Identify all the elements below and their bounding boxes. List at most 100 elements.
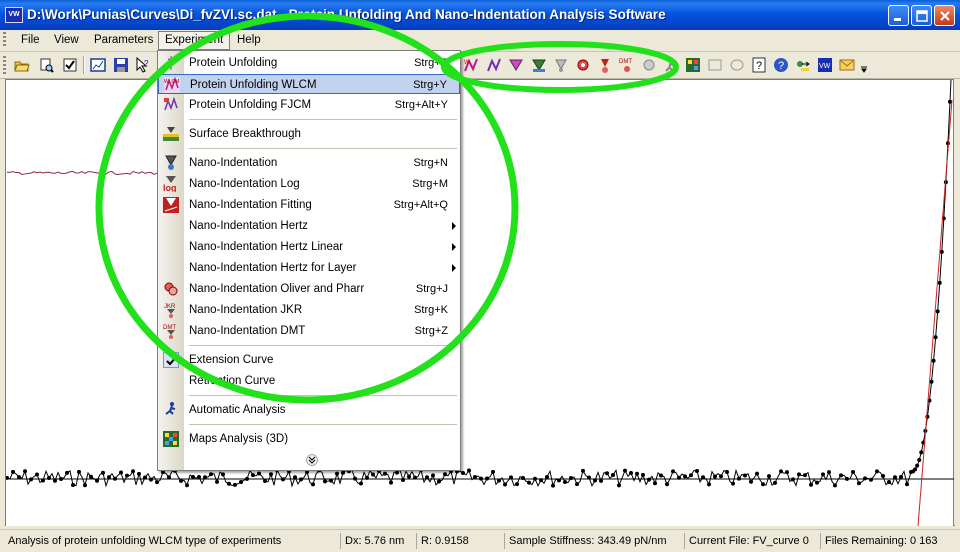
unfold-fjc-icon[interactable] bbox=[486, 57, 502, 73]
pointer-help-icon[interactable]: ? bbox=[135, 57, 151, 73]
curve-point bbox=[647, 477, 651, 482]
curve-point bbox=[925, 414, 930, 419]
jkr-icon[interactable] bbox=[597, 57, 613, 73]
menu-item-label: Nano-Indentation Hertz bbox=[189, 220, 308, 232]
app-logo-icon[interactable]: VW bbox=[817, 57, 833, 73]
close-button[interactable] bbox=[934, 5, 955, 26]
ellipse-icon[interactable] bbox=[729, 57, 745, 73]
menu-item-protein-unfolding-fjcm[interactable]: Protein Unfolding FJCM Strg+Alt+Y bbox=[158, 95, 460, 115]
extension-curve bbox=[6, 80, 952, 488]
status-dx: Dx: 5.76 nm bbox=[340, 533, 407, 549]
curve-point bbox=[155, 480, 159, 485]
menu-item-nano-indentation-hertz-layer[interactable]: Nano-Indentation Hertz for Layer bbox=[158, 258, 460, 278]
curve-point bbox=[767, 474, 771, 479]
maps-icon[interactable] bbox=[685, 57, 701, 73]
menu-item-nano-indentation-fitting[interactable]: Nano-Indentation Fitting Strg+Alt+Q bbox=[158, 195, 460, 215]
curve-point bbox=[437, 479, 441, 484]
menu-item-shortcut: Strg+J bbox=[415, 283, 448, 295]
fjcm-icon bbox=[164, 97, 178, 111]
curve-point bbox=[593, 478, 597, 483]
menu-item-nano-indentation-log[interactable]: log Nano-Indentation Log Strg+M bbox=[158, 174, 460, 194]
menu-item-nano-indentation[interactable]: Nano-Indentation Strg+N bbox=[158, 153, 460, 173]
toolbar-overflow-icon[interactable] bbox=[860, 57, 868, 73]
menu-item-label: Nano-Indentation Fitting bbox=[189, 199, 312, 211]
menu-item-protein-unfolding-wlcm[interactable]: WLCM Protein Unfolding WLCM Strg+Y bbox=[158, 74, 460, 94]
protein-unfolding-icon bbox=[165, 56, 172, 70]
curve-point bbox=[587, 475, 591, 480]
curve-point bbox=[707, 482, 711, 487]
curve-point bbox=[89, 474, 93, 479]
menu-parameters[interactable]: Parameters bbox=[88, 32, 159, 49]
menu-item-protein-unfolding[interactable]: Protein Unfolding Strg+P bbox=[158, 53, 460, 73]
curve-point bbox=[827, 470, 831, 475]
curve-point bbox=[179, 478, 183, 483]
menu-item-nano-indentation-jkr[interactable]: JKR Nano-Indentation JKR Strg+K bbox=[158, 300, 460, 320]
dmt-icon[interactable]: DMT bbox=[619, 57, 635, 73]
minimize-button[interactable] bbox=[888, 5, 909, 26]
nano-fit-icon[interactable] bbox=[553, 57, 569, 73]
nano-icon[interactable] bbox=[508, 57, 524, 73]
curve-point bbox=[913, 467, 918, 472]
mail-icon[interactable] bbox=[839, 57, 855, 73]
curve-point bbox=[107, 475, 111, 480]
oliver-pharr-icon[interactable] bbox=[575, 57, 591, 73]
menu-item-label: Nano-Indentation DMT bbox=[189, 325, 306, 337]
force-curve-plot bbox=[6, 80, 955, 526]
menu-item-label: Nano-Indentation JKR bbox=[189, 304, 303, 316]
menu-file[interactable]: File bbox=[15, 32, 46, 49]
expand-menu-chevron-icon[interactable] bbox=[306, 454, 318, 466]
plot-area[interactable] bbox=[5, 79, 955, 526]
curve-point bbox=[47, 475, 51, 480]
menu-item-label: Retraction Curve bbox=[189, 375, 276, 387]
menu-item-extension-curve[interactable]: Extension Curve bbox=[158, 350, 460, 370]
curve-point bbox=[623, 468, 627, 473]
menu-help[interactable]: Help bbox=[231, 32, 267, 49]
menu-item-maps-analysis[interactable]: Maps Analysis (3D) bbox=[158, 429, 460, 449]
curve-point bbox=[533, 476, 537, 481]
curve-point bbox=[77, 469, 81, 474]
nano-log-icon[interactable] bbox=[531, 57, 547, 73]
fetch-icon[interactable] bbox=[795, 57, 811, 73]
curve-point bbox=[11, 469, 15, 474]
curve-point bbox=[731, 481, 735, 486]
menu-item-retraction-curve[interactable]: Retraction Curve bbox=[158, 371, 460, 391]
curve-point bbox=[701, 475, 705, 480]
curve-point bbox=[371, 472, 375, 477]
curve-point bbox=[809, 482, 813, 487]
print-preview-icon[interactable] bbox=[38, 57, 54, 73]
menu-item-oliver-pharr[interactable]: Nano-Indentation Oliver and Pharr Strg+J bbox=[158, 279, 460, 299]
chart-window-icon[interactable] bbox=[90, 57, 106, 73]
curve-point bbox=[329, 478, 333, 483]
menu-item-nano-indentation-dmt[interactable]: DMT Nano-Indentation DMT Strg+Z bbox=[158, 321, 460, 341]
menu-item-nano-indentation-hertz-linear[interactable]: Nano-Indentation Hertz Linear bbox=[158, 237, 460, 257]
menu-item-surface-breakthrough[interactable]: Surface Breakthrough bbox=[158, 124, 460, 144]
run-icon[interactable] bbox=[663, 57, 679, 73]
curve-point bbox=[797, 472, 801, 477]
curve-point bbox=[893, 475, 897, 480]
svg-text:?: ? bbox=[144, 59, 149, 68]
curve-point bbox=[197, 475, 201, 480]
about-icon[interactable]: ? bbox=[773, 57, 789, 73]
unfold-wlc-icon[interactable]: W bbox=[463, 57, 479, 73]
curve-point bbox=[113, 476, 117, 481]
help-book-icon[interactable]: ? bbox=[751, 57, 767, 73]
curve-point bbox=[833, 483, 837, 488]
status-message: Analysis of protein unfolding WLCM type … bbox=[8, 535, 282, 547]
curve-point bbox=[791, 477, 795, 482]
menu-view[interactable]: View bbox=[48, 32, 85, 49]
hertz-icon[interactable] bbox=[641, 57, 657, 73]
curve-point bbox=[245, 476, 249, 481]
curve-point bbox=[137, 471, 141, 476]
open-folder-icon[interactable] bbox=[14, 57, 30, 73]
curve-point bbox=[401, 477, 405, 482]
menu-item-automatic-analysis[interactable]: Automatic Analysis bbox=[158, 400, 460, 420]
save-icon[interactable] bbox=[113, 57, 129, 73]
rectangle-icon[interactable] bbox=[707, 57, 723, 73]
menu-item-nano-indentation-hertz[interactable]: Nano-Indentation Hertz bbox=[158, 216, 460, 236]
toolbar-grip bbox=[3, 56, 6, 74]
curve-point bbox=[617, 483, 621, 488]
checklist-icon[interactable] bbox=[62, 57, 78, 73]
curve-point bbox=[407, 474, 411, 479]
menu-experiment[interactable]: Experiment bbox=[158, 31, 231, 50]
maximize-button[interactable] bbox=[911, 5, 932, 26]
